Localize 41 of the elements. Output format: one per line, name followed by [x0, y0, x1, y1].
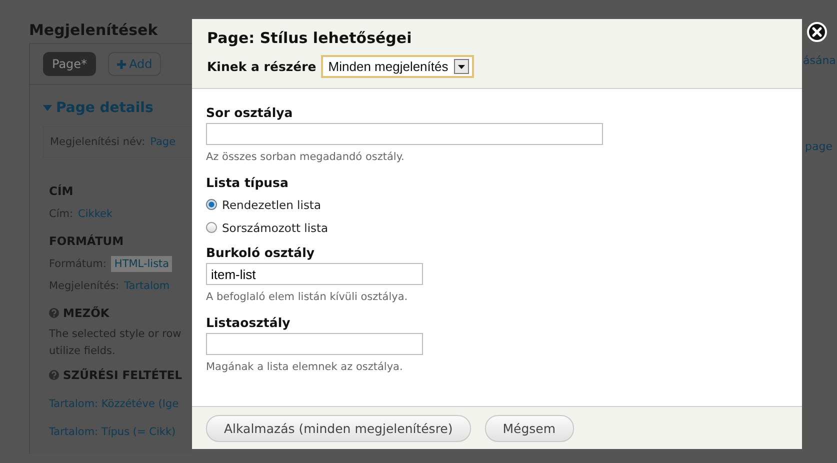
field-label: Kinek a részére — [207, 59, 316, 74]
setting-link[interactable]: Tartalom — [124, 280, 170, 292]
dialog-title: Page: Stílus lehetőségei — [207, 29, 413, 47]
details-toggle[interactable]: Page details — [30, 85, 192, 118]
field-label: Sor osztálya — [206, 105, 294, 120]
details-title: Page details — [56, 100, 154, 116]
field-label: Lista típusa — [206, 175, 290, 190]
dialog-button[interactable]: Mégsem — [484, 414, 574, 442]
page-title: Megjelenítések — [29, 21, 159, 41]
setting-link[interactable]: HTML-lista — [111, 256, 172, 272]
plus-icon — [117, 60, 126, 68]
field-description: Az összes sorban megadandó osztály. — [206, 151, 406, 163]
close-icon — [807, 22, 827, 42]
edge-link[interactable]: page — [805, 140, 837, 154]
edge-link[interactable]: ásána — [803, 54, 837, 68]
display-tab[interactable]: Add — [108, 52, 162, 76]
section-heading: SZŰRÉSI FELTÉTEL — [63, 368, 182, 382]
dialog-button[interactable]: Alkalmazás (minden megjelenítésre) — [206, 414, 471, 442]
radio-label[interactable]: Rendezetlen lista — [222, 198, 321, 212]
display-tab[interactable]: Page* — [43, 52, 96, 76]
field-label: Burkoló osztály — [206, 245, 316, 260]
text-field[interactable]: item-list — [206, 263, 423, 285]
field-description: Magának a lista elemnek az osztálya. — [206, 361, 404, 373]
close-button[interactable] — [806, 21, 828, 43]
field-label: Listaosztály — [206, 315, 292, 330]
help-icon[interactable] — [49, 370, 59, 380]
section-heading: CÍM — [48, 183, 74, 200]
scope-dropdown[interactable]: Minden megjelenítés — [321, 55, 474, 78]
text-field[interactable] — [206, 123, 603, 145]
setting-link[interactable]: Page — [150, 136, 176, 148]
text-field[interactable] — [206, 333, 423, 355]
field-description: A befoglaló elem listán kívüli osztálya. — [206, 291, 409, 303]
section-heading: MEZŐK — [63, 306, 110, 320]
radio-button[interactable] — [206, 199, 217, 210]
radio-label[interactable]: Sorszámozott lista — [222, 220, 328, 234]
section-heading: FORMÁTUM — [48, 233, 125, 250]
filter-link[interactable]: Tartalom: Közzétéve (Ige — [49, 398, 179, 410]
help-icon[interactable] — [49, 308, 59, 318]
radio-button[interactable] — [206, 222, 217, 233]
filter-link[interactable]: Tartalom: Típus (= Cikk) — [49, 426, 176, 438]
setting-link[interactable]: Cikkek — [78, 208, 113, 220]
